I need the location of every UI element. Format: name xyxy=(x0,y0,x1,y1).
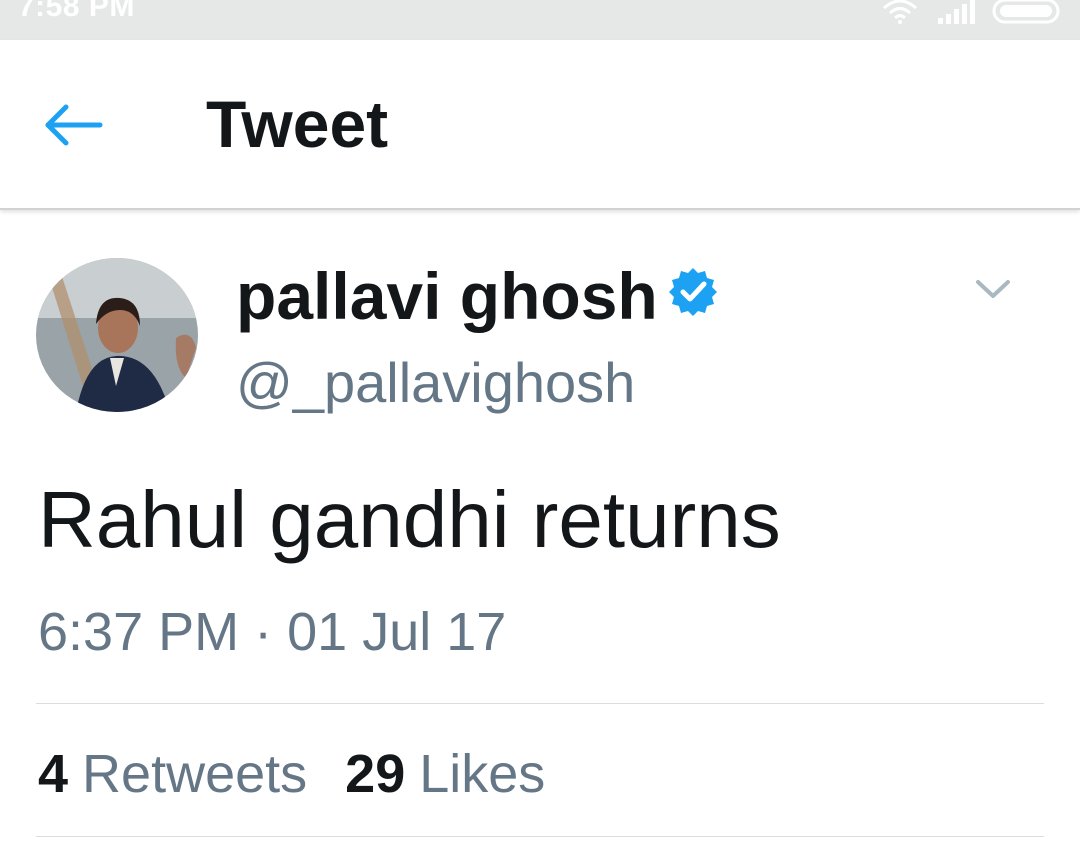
tweet-detail-screen: 7:58 PM Tweet pallavi ghosh @_pallavigho… xyxy=(0,0,1080,842)
status-bar: 7:58 PM xyxy=(0,0,1080,40)
status-icons xyxy=(880,0,1064,26)
tweet-text: Rahul gandhi returns xyxy=(38,475,781,564)
app-bar: Tweet xyxy=(0,40,1080,210)
arrow-left-icon xyxy=(40,104,108,156)
retweets-label: Retweets xyxy=(82,744,308,804)
likes-stat[interactable]: 29 Likes xyxy=(345,740,545,808)
tweet-menu-button[interactable] xyxy=(968,270,1018,310)
author-handle[interactable]: @_pallavighosh xyxy=(236,348,635,418)
tweet-date: 01 Jul 17 xyxy=(287,602,507,662)
tweet-time: 6:37 PM xyxy=(38,602,240,662)
chevron-down-icon xyxy=(968,280,1018,314)
verified-badge-icon xyxy=(668,266,718,316)
likes-count: 29 xyxy=(345,744,406,804)
battery-icon xyxy=(992,0,1064,29)
status-time: 7:58 PM xyxy=(18,0,135,23)
signal-icon xyxy=(936,0,976,29)
tweet-stats: 4 Retweets 29 Likes xyxy=(38,740,583,808)
author-display-name[interactable]: pallavi ghosh xyxy=(236,256,658,336)
back-button[interactable] xyxy=(40,98,108,152)
divider-bottom xyxy=(36,836,1044,837)
retweets-count: 4 xyxy=(38,744,69,804)
avatar[interactable] xyxy=(36,258,198,412)
wifi-icon xyxy=(880,0,920,29)
page-title: Tweet xyxy=(206,87,389,161)
timestamp-separator: · xyxy=(254,602,273,662)
divider-top xyxy=(36,703,1044,704)
retweets-stat[interactable]: 4 Retweets xyxy=(38,740,307,808)
tweet-timestamp: 6:37 PM · 01 Jul 17 xyxy=(38,598,506,666)
likes-label: Likes xyxy=(419,744,546,804)
